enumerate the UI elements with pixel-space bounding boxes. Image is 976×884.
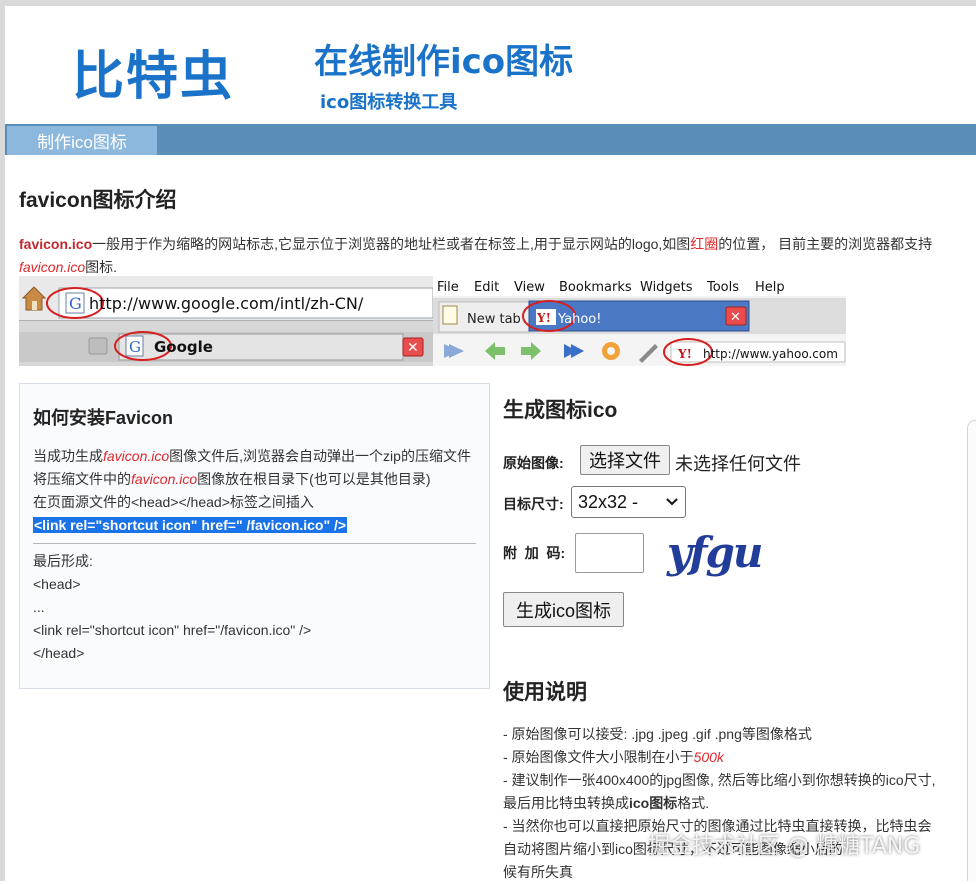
usage-item-formats: - 原始图像可以接受: .jpg .jpeg .gif .png等图像格式 <box>503 726 812 742</box>
nav-bar: 制作ico图标 <box>5 124 976 155</box>
final-code-4: </head> <box>33 645 85 661</box>
label-extra-code: 附 加 码: <box>503 545 566 561</box>
file-status-text: 未选择任何文件 <box>675 454 801 474</box>
final-code-2: ... <box>33 599 45 615</box>
intro-text-end: 图标. <box>85 259 118 275</box>
nav-tab-make-ico[interactable]: 制作ico图标 <box>7 126 157 155</box>
google-tab-icon: G <box>129 338 141 356</box>
install-heading: 如何安装Favicon <box>33 408 174 428</box>
label-source-image: 原始图像: <box>503 455 564 471</box>
reload-icon <box>602 342 620 360</box>
final-code-1: <head> <box>33 576 81 592</box>
google-tab-label: Google <box>154 338 213 356</box>
intro-paragraph: favicon.ico一般用于作为缩略的网站标志,它显示位于浏览器的地址栏或者在… <box>19 233 964 279</box>
site-slogan: 在线制作ico图标 <box>314 42 574 82</box>
favicon-term: favicon.ico <box>19 236 93 252</box>
google-url: http://www.google.com/intl/zh-CN/ <box>89 294 364 313</box>
intro-text-a: 一般用于作为缩略的网站标志,它显示位于浏览器的地址栏或者在标签上,用于显示网站的… <box>92 236 691 252</box>
generate-ico-button[interactable]: 生成ico图标 <box>503 592 624 627</box>
menu-tools: Tools <box>706 280 739 295</box>
menu-bookmarks: Bookmarks <box>559 280 632 295</box>
svg-text:✕: ✕ <box>730 310 741 325</box>
extra-code-input[interactable] <box>575 533 644 573</box>
target-size-value: 32x32 - <box>578 491 639 512</box>
usage-heading: 使用说明 <box>503 681 587 704</box>
install-step-3: 在页面源文件的<head></head>标签之间插入 <box>33 494 314 510</box>
menu-widgets: Widgets <box>640 280 693 295</box>
favicon-link-code[interactable]: <link rel="shortcut icon" href=" /favico… <box>33 517 348 533</box>
google-favicon-icon: G <box>69 294 82 313</box>
install-favicon-panel: 如何安装Favicon 当成功生成favicon.ico图像文件后,浏览器会自动… <box>19 383 490 689</box>
chevron-down-icon <box>666 498 678 506</box>
choose-file-button[interactable]: 选择文件 <box>580 445 670 475</box>
install-code-line[interactable]: <link rel="shortcut icon" href=" /favico… <box>33 514 478 537</box>
captcha-image[interactable]: yfgu <box>667 528 763 577</box>
yahoo-favicon-icon: Y! <box>536 311 551 325</box>
install-instructions: 当成功生成favicon.ico图像文件后,浏览器会自动弹出一个zip的压缩文件… <box>33 445 478 665</box>
red-circle-term: 红圈 <box>690 236 719 252</box>
svg-text:✕: ✕ <box>407 340 419 356</box>
yahoo-url: http://www.yahoo.com <box>703 347 838 361</box>
menu-view: View <box>514 280 545 295</box>
install-step-2: 将压缩文件中的favicon.ico图像放在根目录下(也可以是其他目录) <box>33 471 431 487</box>
site-logo[interactable]: 比特虫 <box>72 34 234 109</box>
intro-heading: favicon图标介绍 <box>19 189 177 212</box>
install-divider <box>33 543 476 544</box>
favicon-filename: favicon.ico <box>19 259 86 275</box>
generator-heading: 生成图标ico <box>503 399 618 422</box>
new-tab-label: New tab <box>467 312 521 327</box>
watermark: 掘金技术社区 @ 糖糖TANG <box>648 834 921 859</box>
menu-edit: Edit <box>474 280 499 295</box>
final-code-3: <link rel="shortcut icon" href="/favicon… <box>33 622 312 638</box>
target-size-select[interactable]: 32x32 - <box>571 486 686 518</box>
side-panel-edge <box>967 420 976 881</box>
yahoo-tab-label: Yahoo! <box>557 312 601 327</box>
install-step-1: 当成功生成favicon.ico图像文件后,浏览器会自动弹出一个zip的压缩文件 <box>33 448 471 464</box>
usage-item-recommend: - 建议制作一张400x400的jpg图像, 然后等比缩小到你想转换的ico尺寸… <box>503 772 936 811</box>
site-subtitle: ico图标转换工具 <box>320 92 458 113</box>
browser-favicon-illustration: G http://www.google.com/intl/zh-CN/ G Go… <box>19 276 846 366</box>
final-label: 最后形成: <box>33 553 93 569</box>
menu-file: File <box>437 280 459 295</box>
intro-text-b: 的位置， 目前主要的浏览器都支持 <box>718 236 933 252</box>
label-target-size: 目标尺寸: <box>503 496 564 512</box>
menu-help: Help <box>755 280 785 295</box>
yahoo-address-icon: Y! <box>677 347 692 361</box>
usage-item-size-limit: - 原始图像文件大小限制在小于500k <box>503 749 724 765</box>
